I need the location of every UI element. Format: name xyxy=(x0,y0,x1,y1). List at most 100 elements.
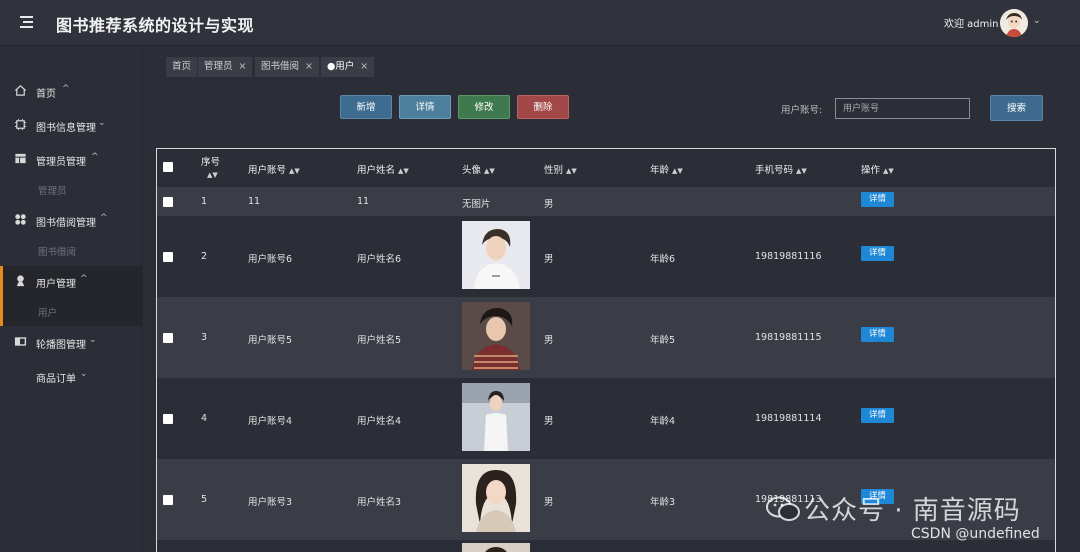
close-icon[interactable]: × xyxy=(239,61,247,72)
cell-gender: 男 xyxy=(544,199,554,210)
cell-age: 年龄5 xyxy=(650,335,676,346)
chevron-up-icon: ^ xyxy=(80,274,88,284)
user-icon xyxy=(16,275,25,287)
cell-phone: 19819881114 xyxy=(755,413,822,424)
sidebar-item-label: 商品订单 xyxy=(36,374,76,385)
sidebar-item-label: 管理员管理 xyxy=(36,157,86,168)
sidebar-item-home[interactable]: 首页 ^ xyxy=(0,76,143,106)
carousel-icon xyxy=(14,337,27,346)
close-icon[interactable]: × xyxy=(360,61,368,72)
sidebar-item-borrow-manage[interactable]: 图书借阅管理 ^ xyxy=(0,205,143,235)
avatar-photo xyxy=(462,543,530,552)
sidebar-item-admin-manage[interactable]: 管理员管理 ^ xyxy=(0,144,143,174)
cell-account: 用户账号5 xyxy=(248,335,293,346)
table-row: 3 用户账号5 用户姓名5 男 年龄5 19819881115 详情 xyxy=(157,297,1055,378)
close-icon[interactable]: × xyxy=(305,61,313,72)
cell-account: 用户账号3 xyxy=(248,497,293,508)
user-avatar[interactable] xyxy=(1000,9,1028,37)
table-row: 4 用户账号4 用户姓名4 男 年龄4 19819881114 详情 xyxy=(157,378,1055,459)
sidebar-item-carousel[interactable]: 轮播图管理 ⌄ xyxy=(0,327,143,357)
row-checkbox[interactable] xyxy=(163,333,173,343)
row-detail-button[interactable]: 详情 xyxy=(861,327,894,342)
cell-account: 用户账号6 xyxy=(248,254,293,265)
cell-no: 1 xyxy=(201,196,208,207)
cell-name: 用户姓名4 xyxy=(357,416,402,427)
column-header-avatar[interactable]: 头像 ▲▼ xyxy=(462,162,495,176)
column-header-label: 用户姓名 xyxy=(357,165,396,176)
top-header: 图书推荐系统的设计与实现 欢迎 admin ⌄ xyxy=(0,0,1080,46)
chevron-up-icon: ^ xyxy=(91,152,99,162)
column-header-gender[interactable]: 性别 ▲▼ xyxy=(544,162,577,176)
sidebar-item-orders[interactable]: 商品订单 ⌄ xyxy=(0,361,143,391)
sort-icon: ▲▼ xyxy=(484,167,495,175)
sidebar-item-user-manage[interactable]: 用户管理 ^ xyxy=(0,266,143,326)
column-header-action[interactable]: 操作 ▲▼ xyxy=(861,162,894,176)
chip-icon xyxy=(14,118,27,131)
sidebar-item-label: 首页 xyxy=(36,89,56,100)
tab-label: 图书借阅 xyxy=(261,61,300,72)
search-button[interactable]: 搜索 xyxy=(990,95,1043,121)
column-header-no[interactable]: 序号 xyxy=(201,154,220,168)
cell-no: 2 xyxy=(201,251,208,262)
row-checkbox[interactable] xyxy=(163,414,173,424)
column-header-label: 操作 xyxy=(861,165,881,176)
chevron-down-icon: ⌄ xyxy=(80,369,88,379)
sidebar: 首页 ^ 图书信息管理 ⌄ 管理员管理 ^ 管理员 图书借阅管理 ^ 图书借阅 … xyxy=(0,47,143,552)
avatar-photo xyxy=(462,221,530,289)
tab-home[interactable]: 首页 xyxy=(166,57,198,77)
tab-admin[interactable]: 管理员 × xyxy=(198,57,253,77)
cell-name: 用户姓名3 xyxy=(357,497,402,508)
cell-name: 11 xyxy=(357,196,370,207)
row-checkbox[interactable] xyxy=(163,252,173,262)
watermark-csdn: CSDN @undefined xyxy=(911,526,1040,542)
cell-account: 用户账号4 xyxy=(248,416,293,427)
row-checkbox[interactable] xyxy=(163,197,173,207)
sort-icon: ▲▼ xyxy=(672,167,683,175)
sidebar-item-label: 图书信息管理 xyxy=(36,123,96,134)
row-detail-button[interactable]: 详情 xyxy=(861,192,894,207)
table-row: 2 用户账号6 用户姓名6 男 年龄6 19819881116 详情 xyxy=(157,216,1055,297)
cell-name: 用户姓名6 xyxy=(357,254,402,265)
table-row: 1 11 11 无图片 男 详情 xyxy=(157,187,1055,216)
cell-avatar-empty: 无图片 xyxy=(462,199,491,210)
detail-button[interactable]: 详情 xyxy=(399,95,451,119)
cell-phone: 19819881115 xyxy=(755,332,822,343)
select-all-checkbox[interactable] xyxy=(163,162,173,172)
tab-user[interactable]: ●用户 × xyxy=(321,57,375,77)
app-title: 图书推荐系统的设计与实现 xyxy=(56,16,255,35)
sort-icon[interactable]: ▲▼ xyxy=(204,169,218,180)
sidebar-subitem-user[interactable]: 用户 xyxy=(38,305,57,319)
sort-icon: ▲▼ xyxy=(796,167,807,175)
cell-name: 用户姓名5 xyxy=(357,335,402,346)
tab-borrow[interactable]: 图书借阅 × xyxy=(255,57,319,77)
cell-no: 3 xyxy=(201,332,208,343)
column-header-phone[interactable]: 手机号码 ▲▼ xyxy=(755,162,807,176)
search-input[interactable] xyxy=(835,98,970,119)
wechat-icon xyxy=(766,496,800,521)
sidebar-subitem-admin[interactable]: 管理员 xyxy=(38,183,67,197)
sidebar-subitem-borrow[interactable]: 图书借阅 xyxy=(38,244,76,258)
avatar-photo xyxy=(462,383,530,451)
delete-button[interactable]: 删除 xyxy=(517,95,569,119)
sort-icon: ▲▼ xyxy=(883,167,894,175)
menu-toggle-icon[interactable] xyxy=(18,13,36,31)
cell-gender: 男 xyxy=(544,254,554,265)
column-header-age[interactable]: 年龄 ▲▼ xyxy=(650,162,683,176)
column-header-account[interactable]: 用户账号 ▲▼ xyxy=(248,162,300,176)
add-button[interactable]: 新增 xyxy=(340,95,392,119)
edit-button[interactable]: 修改 xyxy=(458,95,510,119)
row-detail-button[interactable]: 详情 xyxy=(861,246,894,261)
row-checkbox[interactable] xyxy=(163,495,173,505)
cell-no: 4 xyxy=(201,413,208,424)
sidebar-item-label: 图书借阅管理 xyxy=(36,218,96,229)
watermark-wechat: 公众号 · 南音源码 xyxy=(766,490,1021,527)
sidebar-item-book-info[interactable]: 图书信息管理 ⌄ xyxy=(0,110,143,140)
cell-age: 年龄4 xyxy=(650,416,676,427)
cell-phone: 19819881116 xyxy=(755,251,822,262)
welcome-text: 欢迎 admin xyxy=(944,19,999,30)
chevron-down-icon[interactable]: ⌄ xyxy=(1033,16,1041,26)
row-detail-button[interactable]: 详情 xyxy=(861,408,894,423)
search-label: 用户账号: xyxy=(781,105,823,116)
column-header-name[interactable]: 用户姓名 ▲▼ xyxy=(357,162,409,176)
tab-label: ●用户 xyxy=(327,61,355,72)
